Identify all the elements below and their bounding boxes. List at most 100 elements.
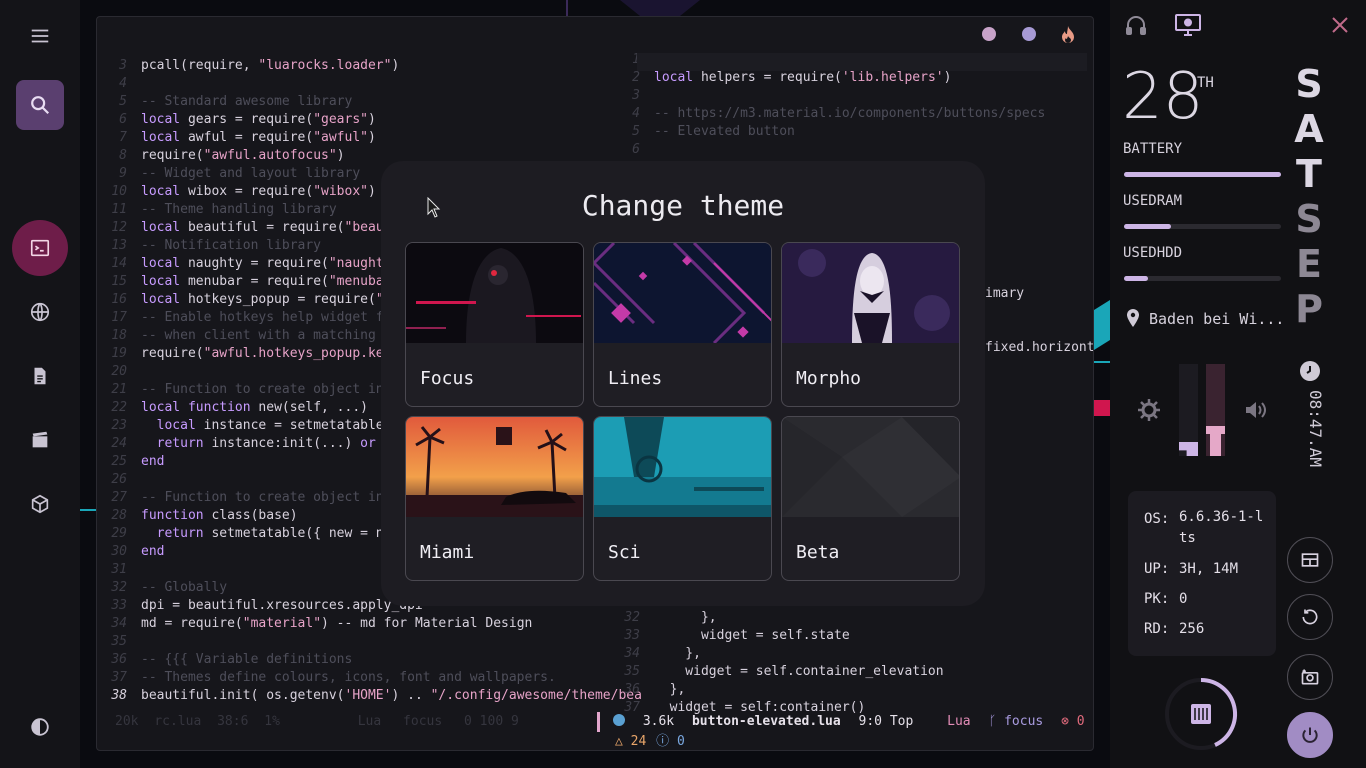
line-number: 4: [632, 106, 640, 121]
code-line: 3 pcall(require, "luarocks.loader"): [97, 57, 642, 75]
cpu-icon: [1191, 704, 1211, 724]
left-dock: [0, 0, 80, 768]
code-line: 35 widget = self.container_elevation: [610, 663, 944, 681]
line-text: widget = self.state: [654, 628, 850, 643]
lua-file-icon: [613, 714, 625, 726]
line-number: 8: [119, 148, 127, 163]
line-number: 3: [632, 88, 640, 103]
line-number: 33: [624, 628, 640, 643]
theme-card-sci[interactable]: Sci: [593, 416, 772, 581]
volume-icon: [1244, 400, 1268, 420]
layout-button[interactable]: [1287, 537, 1333, 583]
line-number: 14: [111, 256, 127, 271]
theme-card-beta[interactable]: Beta: [781, 416, 960, 581]
theme-label: Beta: [796, 542, 840, 563]
power-button[interactable]: [1287, 712, 1333, 758]
rd-label: RD:: [1144, 621, 1170, 637]
line-number: 34: [624, 646, 640, 661]
line-text: -- Standard awesome library: [141, 94, 353, 109]
theme-thumb-lines: [594, 243, 771, 343]
screen-record-icon[interactable]: [1174, 13, 1202, 37]
line-text: end: [141, 544, 165, 559]
flame-icon[interactable]: [1060, 25, 1076, 45]
line-number: 7: [119, 130, 127, 145]
code-line: 3: [610, 87, 1045, 105]
os-value: 6.6.36-1-lts: [1179, 509, 1264, 546]
code-line: 4: [97, 75, 642, 93]
branch-icon: ᚴ: [988, 714, 997, 729]
volume-slider[interactable]: [1206, 364, 1225, 456]
theme-card-focus[interactable]: Focus: [405, 242, 584, 407]
weekday-month-vertical: S A T S E P: [1294, 62, 1324, 332]
window-dot-lavender[interactable]: [1022, 27, 1036, 41]
line-text: dpi = beautiful.xresources.apply_dpi: [141, 598, 423, 613]
restart-button[interactable]: [1287, 594, 1333, 640]
branch: focus: [1004, 714, 1044, 729]
menu-icon[interactable]: [16, 12, 64, 60]
line-number: 37: [111, 670, 127, 685]
line-number: 30: [111, 544, 127, 559]
line-text: -- when client with a matching name: [141, 328, 415, 343]
globe-icon[interactable]: [16, 288, 64, 336]
line-number: 29: [111, 526, 127, 541]
line-number: 21: [111, 382, 127, 397]
terminal-button[interactable]: [12, 220, 68, 276]
line-number: 24: [111, 436, 127, 451]
line-text: -- Theme handling library: [141, 202, 337, 217]
line-text: },: [654, 682, 686, 697]
date-day: 28: [1122, 60, 1204, 134]
mode-indicator: [597, 712, 600, 732]
line-text: -- Themes define colours, icons, font an…: [141, 670, 556, 685]
line-text: local naughty = require("naughty"): [141, 256, 407, 271]
line-number: 17: [111, 310, 127, 325]
line-text: local hotkeys_popup = require("awfu: [141, 292, 415, 307]
screenshot-button[interactable]: [1287, 654, 1333, 700]
code-line: 37 -- Themes define colours, icons, font …: [97, 669, 642, 687]
branch: focus: [403, 714, 443, 729]
code-line: 6 local gears = require("gears"): [97, 111, 642, 129]
document-icon[interactable]: [16, 352, 64, 400]
vert-letter: E: [1296, 242, 1322, 286]
line-number: 9: [119, 166, 127, 181]
line-text: local beautiful = require("beautifu: [141, 220, 415, 235]
hdd-label: USEDHDD: [1123, 245, 1183, 261]
theme-thumb-morpho: [782, 243, 959, 343]
code-pane-right-bottom[interactable]: 32 }, 33 widget = self.state 34 }, 35 widge…: [610, 609, 944, 717]
packages-value: 0: [1179, 591, 1188, 607]
line-number: 18: [111, 328, 127, 343]
cube-icon[interactable]: [16, 480, 64, 528]
line-text: local function new(self, ...): [141, 400, 368, 415]
close-icon[interactable]: [1330, 15, 1350, 35]
line-number: 15: [111, 274, 127, 289]
theme-card-lines[interactable]: Lines: [593, 242, 772, 407]
brightness-icon: [1137, 398, 1161, 422]
search-button[interactable]: [16, 80, 64, 130]
line-number: 33: [111, 598, 127, 613]
line-number: 19: [111, 346, 127, 361]
code-line: 2 local helpers = require('lib.helpers'): [610, 69, 1045, 87]
line-number: 13: [111, 238, 127, 253]
film-icon[interactable]: [16, 416, 64, 464]
code-line: 5 -- Standard awesome library: [97, 93, 642, 111]
theme-card-miami[interactable]: Miami: [405, 416, 584, 581]
theme-thumb-sci: [594, 417, 771, 517]
hdd-bar: [1124, 276, 1281, 281]
line-text: widget = self.container_elevation: [654, 664, 944, 679]
theme-card-morpho[interactable]: Morpho: [781, 242, 960, 407]
line-number: 35: [624, 664, 640, 679]
scroll-pct: 1%: [264, 714, 280, 729]
cursor-pos: 38:6: [217, 714, 249, 729]
location-text: Baden bei Wi...: [1149, 310, 1285, 328]
window-dot-pink[interactable]: [982, 27, 996, 41]
line-text: -- Widget and layout library: [141, 166, 361, 181]
line-number: 6: [632, 142, 640, 157]
theme-label: Focus: [420, 368, 475, 389]
vert-letter: P: [1295, 287, 1323, 331]
line-text: beautiful.init( os.getenv('HOME') .. "/.…: [141, 688, 642, 703]
line-text: },: [654, 610, 717, 625]
line-number: 5: [632, 124, 640, 139]
brightness-slider[interactable]: [1179, 364, 1198, 456]
headphones-icon[interactable]: [1124, 13, 1148, 37]
contrast-icon[interactable]: [16, 703, 64, 751]
line-text: -- https://m3.material.io/components/but…: [654, 106, 1046, 121]
